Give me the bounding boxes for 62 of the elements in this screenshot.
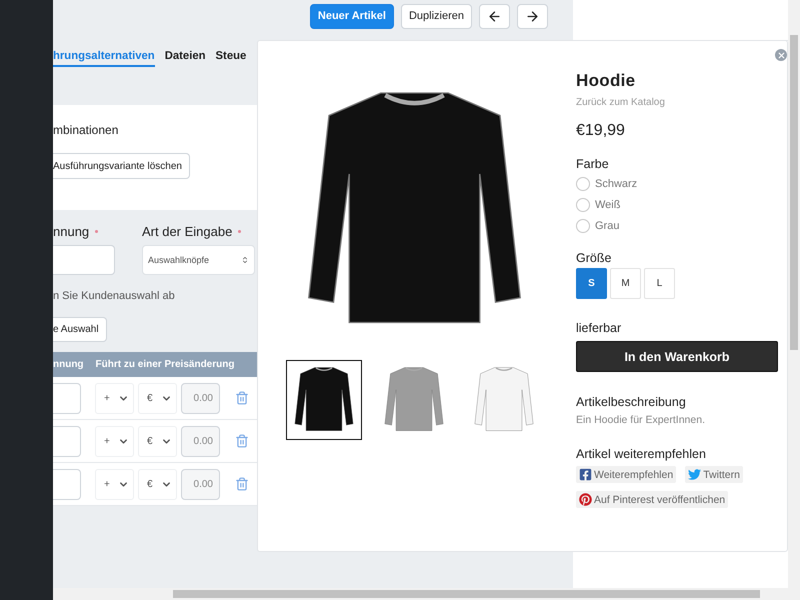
- radio-label: Weiß: [595, 198, 620, 210]
- sign-select[interactable]: +: [95, 468, 134, 500]
- radio-button[interactable]: [576, 176, 590, 190]
- price: €19,99: [576, 122, 625, 140]
- column-header: nnung: [53, 359, 84, 370]
- trash-icon[interactable]: [235, 477, 249, 491]
- radio-label: Grau: [595, 220, 620, 232]
- previous-button[interactable]: [479, 4, 510, 28]
- up-down-caret-icon: [241, 256, 249, 264]
- field-label: Art der Eingabe: [142, 224, 232, 238]
- currency-select[interactable]: €: [138, 468, 177, 500]
- description-text: Ein Hoodie für ExpertInnen.: [576, 414, 705, 426]
- sign-select[interactable]: +: [95, 426, 134, 456]
- duplicate-button[interactable]: Duplizieren: [400, 4, 472, 28]
- name-input[interactable]: [53, 468, 81, 500]
- name-input[interactable]: [53, 245, 115, 275]
- product-title: Hoodie: [576, 71, 636, 91]
- radio-button[interactable]: [576, 218, 590, 232]
- hint-text: n Sie Kundenauswahl ab: [53, 290, 175, 302]
- name-input[interactable]: [53, 382, 81, 414]
- new-article-button[interactable]: Neuer Artikel: [310, 4, 394, 28]
- f-logo-icon: [579, 468, 592, 481]
- share-button[interactable]: Twittern: [685, 466, 743, 483]
- radio-label: Schwarz: [595, 178, 638, 190]
- trash-icon[interactable]: [235, 434, 249, 448]
- currency-select[interactable]: €: [138, 426, 177, 456]
- thumbnail[interactable]: [286, 360, 362, 440]
- currency-select[interactable]: €: [138, 382, 177, 414]
- trash-icon[interactable]: [235, 391, 249, 405]
- tab[interactable]: hrungsalternativen: [53, 50, 155, 67]
- arrow-right-icon: [525, 8, 540, 24]
- amount-input[interactable]: 0.00: [181, 468, 220, 500]
- next-button[interactable]: [517, 4, 548, 28]
- amount-input[interactable]: 0.00: [181, 382, 220, 414]
- tab[interactable]: Steue: [216, 50, 246, 67]
- tab[interactable]: Dateien: [164, 50, 206, 67]
- sign-select[interactable]: +: [95, 382, 134, 414]
- size-option[interactable]: S: [576, 268, 607, 299]
- delete-variant-button[interactable]: Ausführungsvariante löschen: [53, 153, 190, 179]
- vertical-scrollbar[interactable]: [788, 0, 800, 588]
- add-to-cart-button[interactable]: In den Warenkorb: [576, 341, 778, 372]
- radio-button[interactable]: [576, 198, 590, 212]
- selection-button[interactable]: e Auswahl: [53, 317, 107, 342]
- close-icon[interactable]: [775, 49, 787, 61]
- share-button[interactable]: Weiterempfehlen: [576, 466, 676, 483]
- color-label: Farbe: [576, 157, 609, 171]
- bird-icon: [688, 468, 702, 481]
- size-option[interactable]: M: [610, 268, 641, 299]
- p-logo-icon: [579, 493, 592, 506]
- size-option[interactable]: L: [644, 268, 675, 299]
- description-heading: Artikelbeschreibung: [576, 395, 686, 409]
- share-heading: Artikel weiterempfehlen: [576, 447, 706, 461]
- column-header: Führt zu einer Preisänderung: [96, 359, 234, 370]
- availability-text: lieferbar: [576, 321, 622, 335]
- size-label: Größe: [576, 251, 612, 265]
- input-type-select[interactable]: Auswahlknöpfe: [142, 245, 255, 275]
- section-heading: mbinationen: [53, 123, 118, 137]
- share-button[interactable]: Auf Pinterest veröffentlichen: [576, 491, 728, 508]
- horizontal-scrollbar[interactable]: [53, 588, 800, 600]
- amount-input[interactable]: 0.00: [181, 426, 220, 456]
- field-label: nnung: [53, 224, 90, 238]
- name-input[interactable]: [53, 426, 81, 456]
